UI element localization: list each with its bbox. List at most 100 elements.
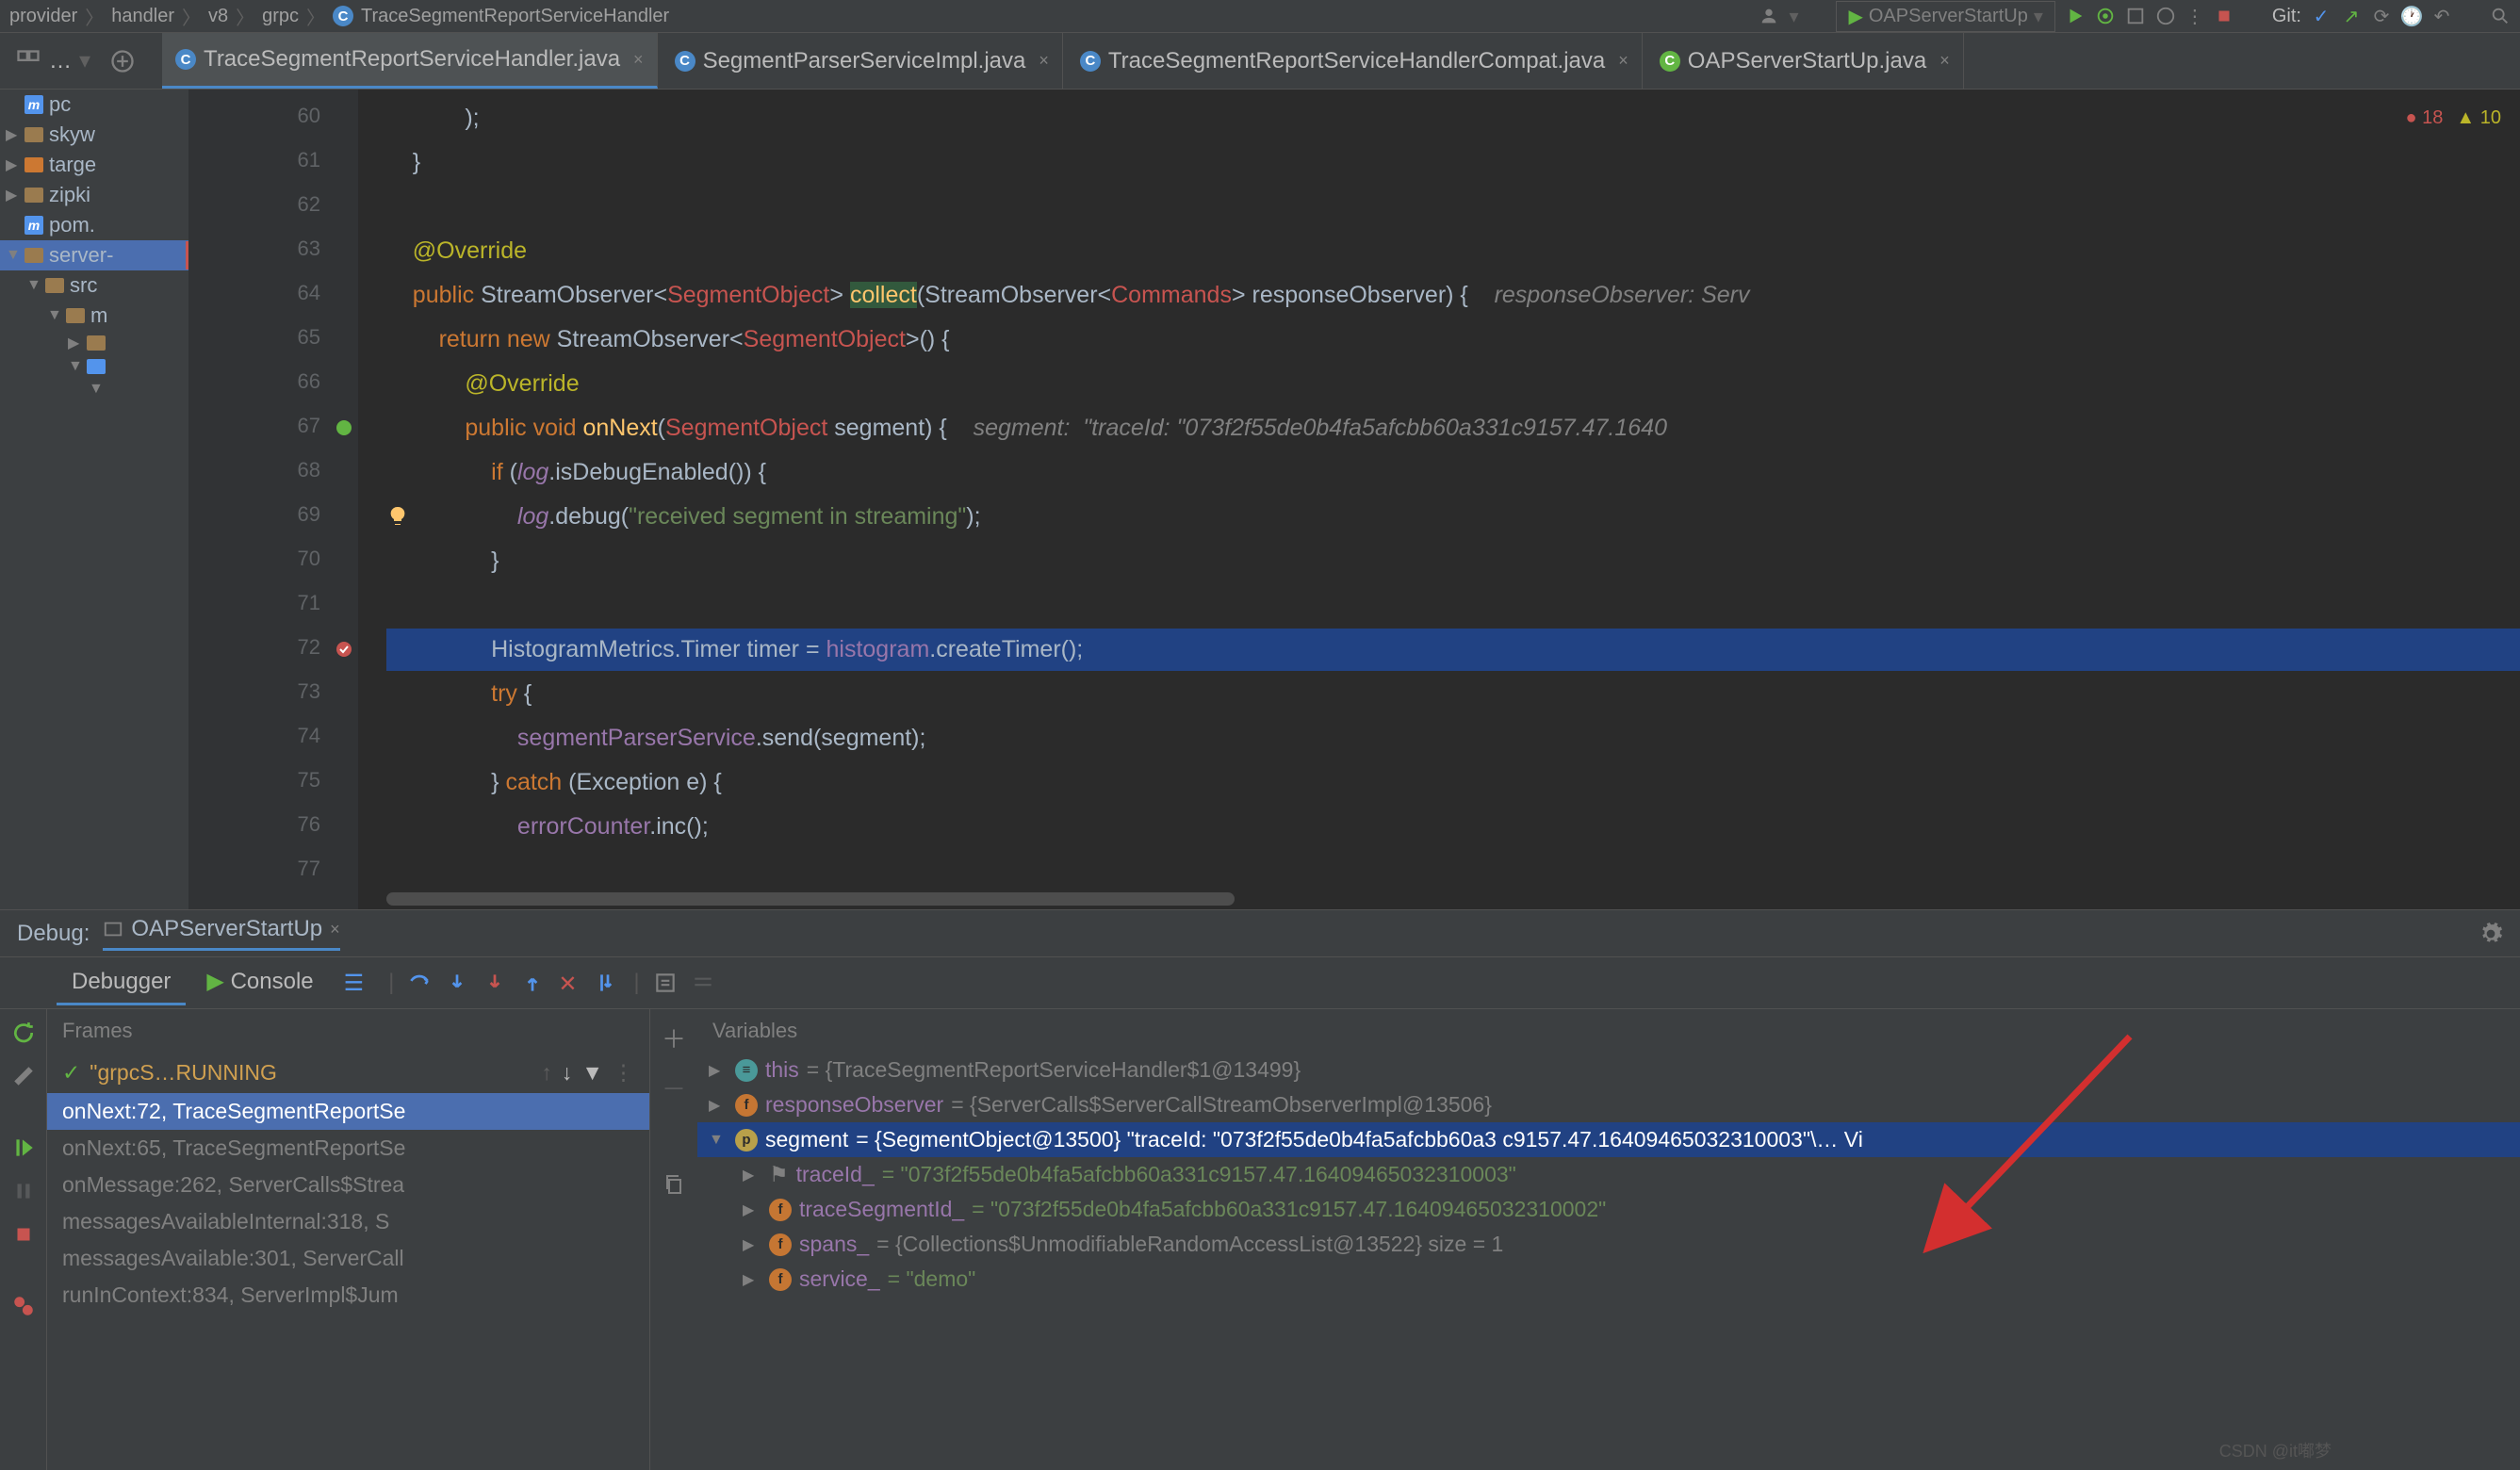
git-update-icon[interactable]: ✓	[2311, 6, 2332, 26]
code-line[interactable]: );	[386, 97, 480, 139]
variables-panel: ＋ － Variables ▶≡this = {TraceSegmentRepo…	[650, 1009, 2520, 1470]
resume-icon[interactable]	[11, 1135, 36, 1160]
code-line[interactable]: HistogramMetrics.Timer timer = histogram…	[386, 629, 2520, 671]
variable-row[interactable]: ▶fservice_ = "demo"	[697, 1262, 2520, 1297]
class-icon: C	[333, 6, 353, 26]
stack-frame[interactable]: runInContext:834, ServerImpl$Jum	[47, 1277, 649, 1314]
editor-tab[interactable]: C OAPServerStartUp.java ×	[1646, 33, 1964, 89]
code-line[interactable]: segmentParserService.send(segment);	[386, 717, 925, 760]
gutter[interactable]: 606162636465666768697071727374757677	[188, 90, 358, 909]
breakpoints-icon[interactable]	[11, 1294, 36, 1318]
breadcrumb-seg[interactable]: handler	[111, 6, 174, 27]
stop-debug-icon[interactable]	[11, 1222, 36, 1247]
git-history-icon[interactable]: 🕐	[2401, 6, 2422, 26]
trace-icon[interactable]	[691, 971, 715, 995]
pause-icon[interactable]	[11, 1179, 36, 1203]
run-icon[interactable]	[2065, 6, 2086, 26]
code-line[interactable]: } catch (Exception e) {	[386, 761, 722, 804]
debug-config-tab[interactable]: OAPServerStartUp ×	[103, 916, 339, 951]
coverage-icon[interactable]	[2125, 6, 2146, 26]
code-line[interactable]: errorCounter.inc();	[386, 806, 709, 848]
var-badge-icon: f	[769, 1268, 792, 1291]
add-watch-icon[interactable]: ＋	[662, 1021, 686, 1055]
code-line[interactable]: public void onNext(SegmentObject segment…	[386, 407, 1667, 449]
breadcrumb-seg[interactable]: provider	[9, 6, 77, 27]
stack-frame[interactable]: onNext:72, TraceSegmentReportSe	[47, 1093, 649, 1130]
folder-icon	[45, 278, 64, 293]
close-icon[interactable]: ×	[1612, 51, 1628, 71]
code-line[interactable]: public StreamObserver<SegmentObject> col…	[386, 274, 1750, 317]
threads-icon[interactable]: ☰	[344, 970, 365, 997]
override-gutter-icon[interactable]	[335, 418, 353, 437]
project-tool-button[interactable]: …▾	[0, 33, 106, 89]
variable-row[interactable]: ▶ftraceSegmentId_ = "073f2f55de0b4fa5afc…	[697, 1192, 2520, 1227]
search-icon[interactable]	[2490, 6, 2511, 26]
profile-icon[interactable]	[2155, 6, 2176, 26]
close-icon[interactable]: ×	[1934, 51, 1950, 71]
variable-row[interactable]: ▶≡this = {TraceSegmentReportServiceHandl…	[697, 1053, 2520, 1087]
variable-row[interactable]: ▶fspans_ = {Collections$UnmodifiableRand…	[697, 1227, 2520, 1262]
debug-panel: Debug: OAPServerStartUp × Debugger ▶ Con…	[0, 909, 2520, 1470]
stop-icon[interactable]	[2214, 6, 2234, 26]
next-frame-icon[interactable]: ↓	[562, 1060, 573, 1086]
debug-icon[interactable]	[2095, 6, 2116, 26]
editor-tab[interactable]: C TraceSegmentReportServiceHandlerCompat…	[1067, 33, 1643, 89]
code-line[interactable]: try {	[386, 673, 532, 715]
frames-panel: Frames ✓ "grpcS…RUNNING ↑ ↓ ▼ ⋮ onNext:7…	[47, 1009, 650, 1470]
git-rollback-icon[interactable]: ↶	[2431, 6, 2452, 26]
stack-frame[interactable]: messagesAvailableInternal:318, S	[47, 1203, 649, 1240]
variable-row[interactable]: ▶fresponseObserver = {ServerCalls$Server…	[697, 1087, 2520, 1122]
filter-icon[interactable]: ▼	[581, 1060, 603, 1086]
close-icon[interactable]: ×	[1033, 51, 1049, 71]
intention-bulb-icon[interactable]	[386, 505, 409, 528]
code-line[interactable]: }	[386, 540, 499, 582]
project-sidebar[interactable]: mpc ▶skyw ▶targe ▶zipki mpom. ▼server- ▼…	[0, 90, 188, 909]
code-line[interactable]: }	[386, 141, 420, 184]
close-icon[interactable]: ×	[628, 50, 644, 70]
debug-title: Debug:	[17, 921, 90, 947]
code-line[interactable]: @Override	[386, 363, 580, 405]
stack-frame[interactable]: messagesAvailable:301, ServerCall	[47, 1240, 649, 1277]
horizontal-scrollbar[interactable]	[386, 892, 1235, 906]
variable-row[interactable]: ▼psegment = {SegmentObject@13500} "trace…	[697, 1122, 2520, 1157]
expand-icon[interactable]	[109, 48, 136, 74]
folder-icon	[25, 157, 43, 172]
thread-selector[interactable]: ✓ "grpcS…RUNNING ↑ ↓ ▼ ⋮	[47, 1053, 649, 1093]
evaluate-icon[interactable]	[653, 971, 678, 995]
breakpoint-icon[interactable]	[335, 640, 353, 659]
drop-frame-icon[interactable]: ✕	[558, 971, 582, 995]
remove-watch-icon[interactable]: －	[662, 1070, 686, 1105]
var-badge-icon: ≡	[735, 1059, 758, 1082]
breadcrumb-seg[interactable]: TraceSegmentReportServiceHandler	[361, 6, 669, 27]
breadcrumb-seg[interactable]: v8	[208, 6, 228, 27]
step-out-icon[interactable]	[520, 971, 545, 995]
editor-tab[interactable]: C SegmentParserServiceImpl.java ×	[662, 33, 1063, 89]
stack-frame[interactable]: onMessage:262, ServerCalls$Strea	[47, 1167, 649, 1203]
folder-icon	[25, 248, 43, 263]
code-editor[interactable]: 606162636465666768697071727374757677 ); …	[188, 90, 2520, 909]
debugger-tab[interactable]: Debugger	[57, 961, 186, 1005]
copy-icon[interactable]	[663, 1173, 685, 1196]
editor-tab[interactable]: C TraceSegmentReportServiceHandler.java …	[162, 33, 658, 89]
variable-row[interactable]: ▶⚑traceId_ = "073f2f55de0b4fa5afcbb60a33…	[697, 1157, 2520, 1192]
stack-frame[interactable]: onNext:65, TraceSegmentReportSe	[47, 1130, 649, 1167]
console-tab[interactable]: ▶ Console	[191, 960, 328, 1005]
breadcrumb-seg[interactable]: grpc	[262, 6, 299, 27]
prev-frame-icon[interactable]: ↑	[541, 1060, 552, 1086]
person-icon[interactable]	[1759, 6, 1779, 26]
git-push-icon[interactable]: ⟳	[2371, 6, 2392, 26]
modify-icon[interactable]	[11, 1064, 36, 1088]
inspection-badges[interactable]: ● 18 ▲ 10	[2406, 101, 2502, 135]
step-into-icon[interactable]	[445, 971, 469, 995]
gear-icon[interactable]	[2479, 922, 2503, 946]
step-over-icon[interactable]	[407, 971, 432, 995]
code-line[interactable]: log.debug("received segment in streaming…	[386, 496, 981, 538]
rerun-icon[interactable]	[11, 1021, 36, 1045]
run-to-cursor-icon[interactable]	[596, 971, 620, 995]
code-line[interactable]: @Override	[386, 230, 527, 272]
code-line[interactable]: if (log.isDebugEnabled()) {	[386, 451, 766, 494]
force-step-into-icon[interactable]	[483, 971, 507, 995]
git-commit-icon[interactable]: ↗	[2341, 6, 2362, 26]
code-line[interactable]: return new StreamObserver<SegmentObject>…	[386, 318, 950, 361]
run-config-select[interactable]: ▶ OAPServerStartUp ▾	[1836, 1, 2054, 32]
